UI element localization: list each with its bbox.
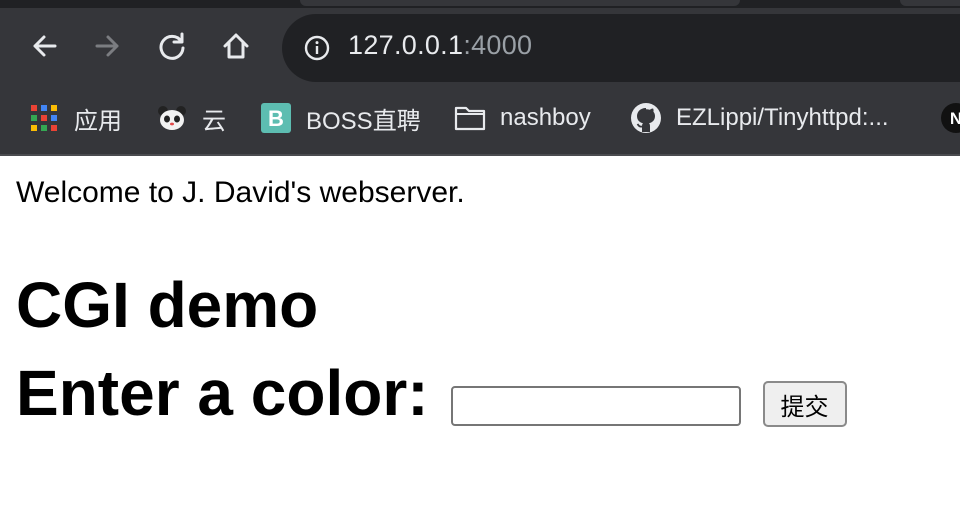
bookmark-label: 应用	[74, 107, 122, 135]
reload-icon	[159, 32, 185, 60]
notion-icon: N	[940, 102, 960, 134]
browser-chrome: 127.0.0.1:4000 应用 云 B BOSS直聘 nashboy EZL…	[0, 0, 960, 156]
reload-button[interactable]	[152, 26, 192, 66]
url-host: 127.0.0.1	[348, 30, 464, 60]
back-button[interactable]	[24, 26, 64, 66]
home-button[interactable]	[216, 26, 256, 66]
url-text[interactable]: 127.0.0.1:4000	[348, 30, 532, 61]
info-icon[interactable]	[304, 35, 330, 61]
bookmark-notion[interactable]: N	[940, 96, 960, 140]
page-title: CGI demo	[16, 269, 319, 341]
home-icon	[223, 33, 249, 59]
toolbar-divider	[0, 154, 960, 156]
notion-letter: N	[950, 109, 960, 128]
tab-inactive-edge[interactable]	[900, 0, 960, 6]
bookmark-tinyhttpd[interactable]: EZLippi/Tinyhttpd:...	[630, 96, 889, 140]
boss-logo-icon: B	[260, 102, 292, 134]
github-icon	[630, 102, 662, 134]
apps-grid-icon	[28, 102, 60, 134]
bookmark-label: EZLippi/Tinyhttpd:...	[676, 104, 889, 131]
arrow-right-icon	[95, 35, 119, 57]
bookmark-nashboy[interactable]: nashboy	[454, 96, 591, 140]
bookmark-label: 云	[202, 107, 226, 135]
bookmark-label: BOSS直聘	[306, 107, 421, 135]
url-port: :4000	[463, 30, 533, 60]
bookmark-boss[interactable]: B BOSS直聘	[260, 96, 421, 140]
svg-text:B: B	[268, 106, 284, 131]
color-form: Enter a color: 提交	[16, 356, 847, 430]
arrow-left-icon	[33, 35, 57, 57]
panda-icon	[156, 102, 188, 134]
tab-active-edge[interactable]	[300, 0, 740, 6]
color-input[interactable]	[450, 386, 741, 426]
welcome-text: Welcome to J. David's webserver.	[16, 176, 465, 209]
bookmark-cloud[interactable]: 云	[156, 96, 226, 140]
bookmark-apps[interactable]: 应用	[28, 96, 122, 140]
bookmarks-bar: 应用 云 B BOSS直聘 nashboy EZLippi/Tinyhttpd:…	[0, 96, 960, 140]
bookmark-label: nashboy	[500, 104, 591, 131]
folder-icon	[454, 102, 486, 134]
color-form-label: Enter a color:	[16, 357, 429, 429]
address-bar[interactable]: 127.0.0.1:4000	[282, 14, 960, 82]
submit-button[interactable]: 提交	[762, 381, 847, 427]
forward-button[interactable]	[88, 26, 128, 66]
